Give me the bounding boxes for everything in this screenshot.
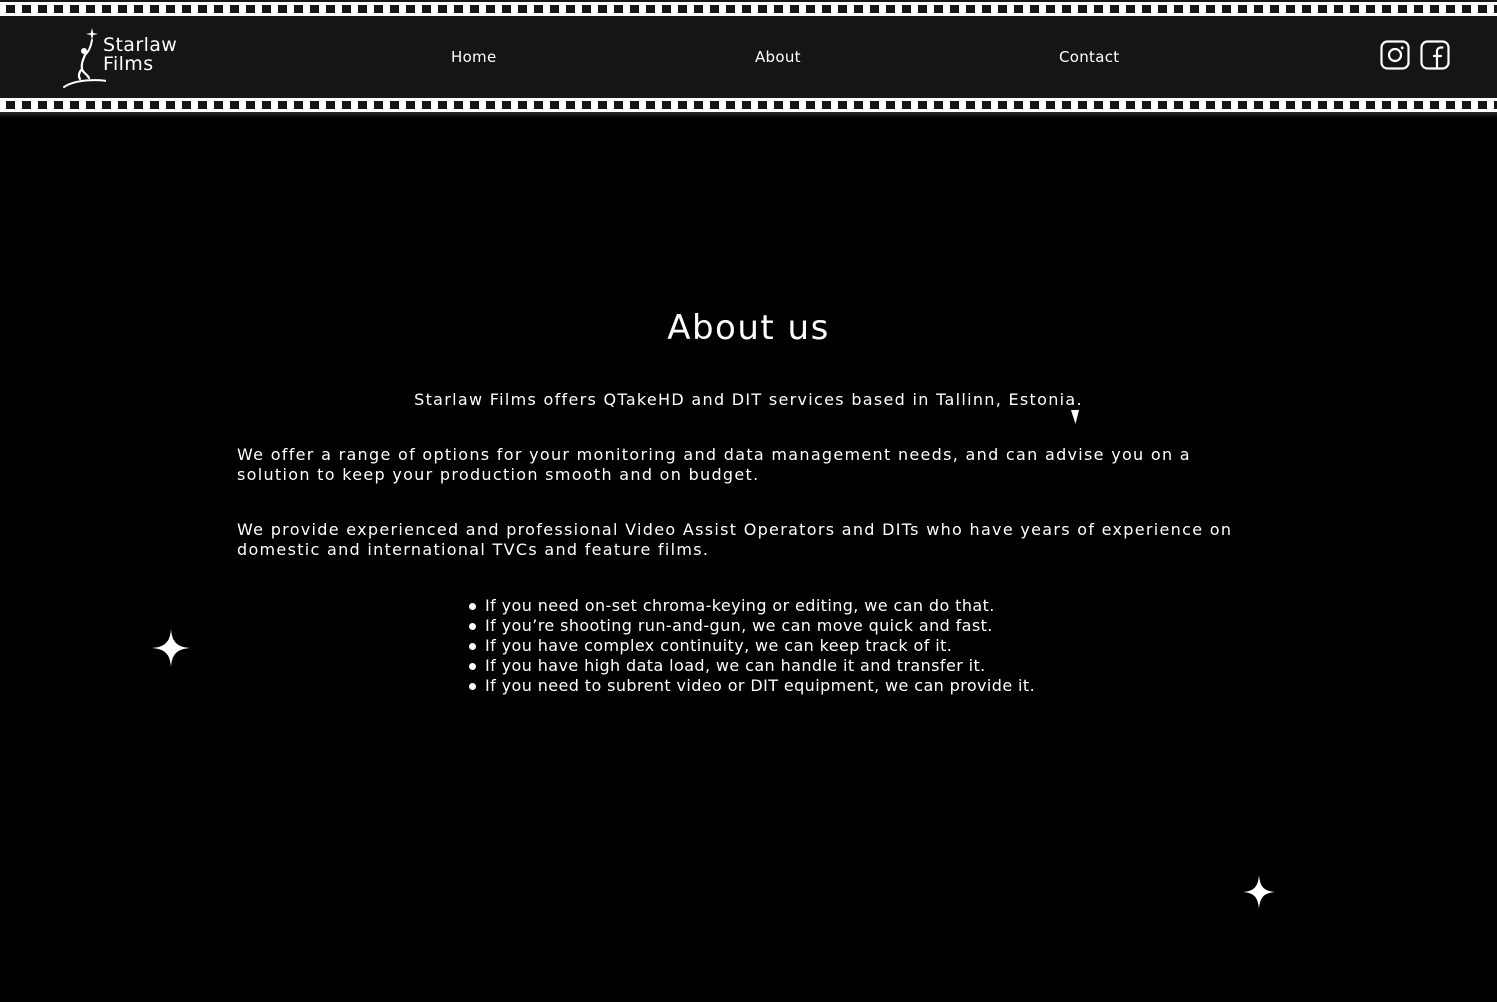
paragraph-operators: We provide experienced and professional …: [237, 520, 1233, 559]
paragraph-services: We offer a range of options for your mon…: [237, 445, 1191, 484]
film-strip-top: [0, 2, 1497, 16]
page-title: About us: [667, 308, 830, 348]
cursor-tail-icon: [1071, 410, 1079, 424]
nav-contact-link[interactable]: Contact: [1059, 48, 1119, 66]
list-item: If you have complex continuity, we can k…: [468, 636, 1035, 656]
brand-name-line2: Films: [103, 53, 154, 75]
brand-logo[interactable]: Starlaw Films: [62, 26, 192, 90]
list-item: If you have high data load, we can handl…: [468, 656, 1035, 676]
facebook-icon[interactable]: [1420, 40, 1450, 70]
services-list: If you need on-set chroma-keying or edit…: [468, 596, 1035, 696]
site-header: Starlaw Films Home About Contact: [0, 0, 1497, 118]
sparkle-star-icon: [1243, 875, 1275, 909]
film-strip-bottom: [0, 98, 1497, 112]
list-item: If you’re shooting run-and-gun, we can m…: [468, 616, 1035, 636]
star-figure-logo-icon: [63, 28, 106, 88]
instagram-icon[interactable]: [1380, 40, 1410, 70]
nav-home-link[interactable]: Home: [451, 48, 497, 66]
nav-about-link[interactable]: About: [755, 48, 801, 66]
sparkle-star-icon: [152, 629, 190, 667]
list-item: If you need to subrent video or DIT equi…: [468, 676, 1035, 696]
intro-text: Starlaw Films offers QTakeHD and DIT ser…: [414, 390, 1083, 409]
page: Starlaw Films Home About Contact About u…: [0, 0, 1497, 1002]
brand-name-line1: Starlaw: [103, 34, 178, 56]
list-item: If you need on-set chroma-keying or edit…: [468, 596, 1035, 616]
